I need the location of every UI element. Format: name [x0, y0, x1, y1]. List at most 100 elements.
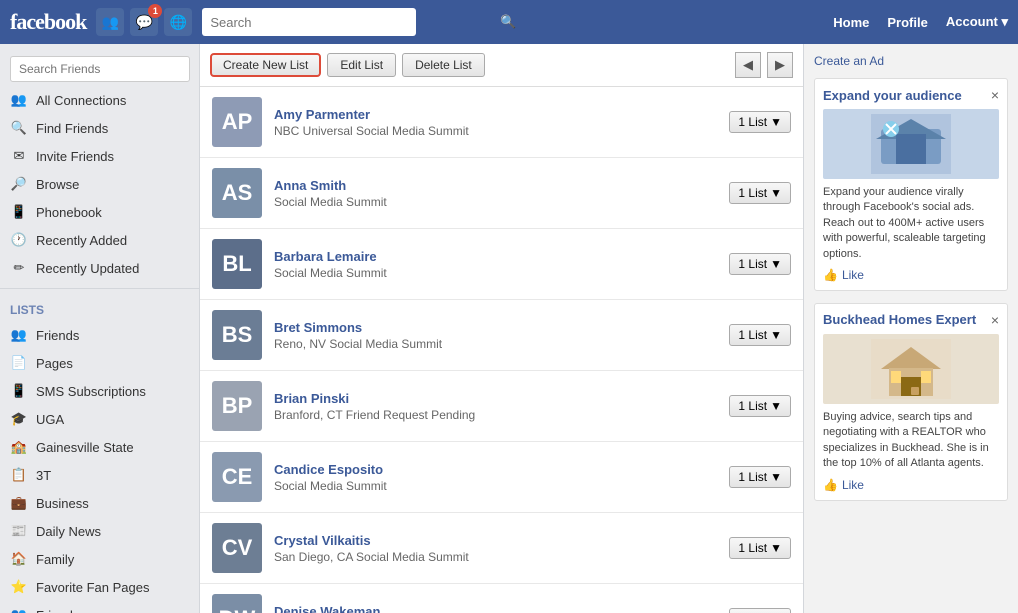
friend-name: Candice Esposito: [274, 462, 729, 477]
list-dropdown-button[interactable]: 1 List ▼: [729, 537, 791, 559]
friend-row[interactable]: BL Barbara Lemaire Social Media Summit 1…: [200, 229, 803, 300]
ad1-title[interactable]: Expand your audience: [823, 88, 962, 103]
search-input[interactable]: [202, 8, 416, 36]
friend-row[interactable]: BS Bret Simmons Reno, NV Social Media Su…: [200, 300, 803, 371]
sidebar-item-family[interactable]: 🏠 Family: [0, 545, 199, 573]
list-dropdown-button[interactable]: 1 List ▼: [729, 253, 791, 275]
friend-avatar: AP: [212, 97, 262, 147]
fan-pages-icon: ⭐: [10, 578, 28, 596]
edit-list-button[interactable]: Edit List: [327, 53, 396, 77]
ad1-like-button[interactable]: 👍 Like: [823, 268, 999, 282]
friends-icon-btn[interactable]: 👥: [96, 8, 124, 36]
sidebar-item-phonebook[interactable]: 📱 Phonebook: [0, 198, 199, 226]
friend-avatar: BL: [212, 239, 262, 289]
friend-row[interactable]: AS Anna Smith Social Media Summit 1 List…: [200, 158, 803, 229]
friend-name: Denise Wakeman: [274, 604, 729, 613]
friend-row[interactable]: AP Amy Parmenter NBC Universal Social Me…: [200, 87, 803, 158]
sidebar-item-invite-friends[interactable]: ✉ Invite Friends: [0, 142, 199, 170]
friend-info: Crystal Vilkaitis San Diego, CA Social M…: [274, 533, 729, 564]
sidebar-item-favorite-fan-pages[interactable]: ⭐ Favorite Fan Pages: [0, 573, 199, 601]
invite-friends-icon: ✉: [10, 147, 28, 165]
friend-row[interactable]: CV Crystal Vilkaitis San Diego, CA Socia…: [200, 513, 803, 584]
sidebar-item-business[interactable]: 💼 Business: [0, 489, 199, 517]
delete-list-button[interactable]: Delete List: [402, 53, 485, 77]
uga-icon: 🎓: [10, 410, 28, 428]
sidebar-item-daily-news[interactable]: 📰 Daily News: [0, 517, 199, 545]
prev-button[interactable]: ◀: [735, 52, 761, 78]
sms-icon: 📱: [10, 382, 28, 400]
ad-card-expand-audience: Expand your audience × Expand your audie…: [814, 78, 1008, 291]
main-content: Create New List Edit List Delete List ◀ …: [200, 44, 803, 613]
phonebook-icon: 📱: [10, 203, 28, 221]
friends-list: AP Amy Parmenter NBC Universal Social Me…: [200, 87, 803, 613]
sidebar-item-sms-subscriptions[interactable]: 📱 SMS Subscriptions: [0, 377, 199, 405]
home-link[interactable]: Home: [833, 15, 869, 30]
sidebar-item-gainesville-state[interactable]: 🏫 Gainesville State: [0, 433, 199, 461]
friend-row[interactable]: DW Denise Wakeman North Hollywood, CA So…: [200, 584, 803, 613]
ad2-header: Buckhead Homes Expert ×: [823, 312, 999, 328]
sidebar-divider: [0, 288, 199, 289]
pages-icon: 📄: [10, 354, 28, 372]
friend-info: Amy Parmenter NBC Universal Social Media…: [274, 107, 729, 138]
friend-row[interactable]: BP Brian Pinski Branford, CT Friend Requ…: [200, 371, 803, 442]
friend-name: Barbara Lemaire: [274, 249, 729, 264]
sidebar-item-browse[interactable]: 🔎 Browse: [0, 170, 199, 198]
create-ad-link[interactable]: Create an Ad: [814, 54, 1008, 68]
family-icon: 🏠: [10, 550, 28, 568]
messages-icon-btn[interactable]: 💬 1: [130, 8, 158, 36]
globe-icon-btn[interactable]: 🌐: [164, 8, 192, 36]
account-button[interactable]: Account ▾: [946, 14, 1008, 30]
friend-list-count: 1 List ▼: [729, 182, 791, 204]
all-connections-icon: 👥: [10, 91, 28, 109]
sidebar-item-friends[interactable]: 👥 Friends: [0, 321, 199, 349]
friend-name: Bret Simmons: [274, 320, 729, 335]
nav-right: Home Profile Account ▾: [833, 14, 1008, 30]
ad1-image: [823, 109, 999, 179]
sidebar-item-recently-updated[interactable]: ✏ Recently Updated: [0, 254, 199, 282]
friend-list-count: 1 List ▼: [729, 324, 791, 346]
friend-avatar: BP: [212, 381, 262, 431]
logo[interactable]: facebook: [10, 9, 86, 35]
list-dropdown-button[interactable]: 1 List ▼: [729, 182, 791, 204]
sidebar-item-all-connections[interactable]: 👥 All Connections: [0, 86, 199, 114]
sidebar-item-recently-added[interactable]: 🕐 Recently Added: [0, 226, 199, 254]
create-new-list-button[interactable]: Create New List: [210, 53, 321, 77]
toolbar: Create New List Edit List Delete List ◀ …: [200, 44, 803, 87]
sidebar-item-uga[interactable]: 🎓 UGA: [0, 405, 199, 433]
search-container: 🔍: [202, 8, 522, 36]
search-friends-input[interactable]: [10, 56, 190, 82]
list-dropdown-button[interactable]: 1 List ▼: [729, 324, 791, 346]
friend-name: Brian Pinski: [274, 391, 729, 406]
sidebar-item-find-friends[interactable]: 🔍 Find Friends: [0, 114, 199, 142]
list-dropdown-button[interactable]: 1 List ▼: [729, 466, 791, 488]
ad2-like-button[interactable]: 👍 Like: [823, 478, 999, 492]
search-submit-button[interactable]: 🔍: [500, 14, 516, 30]
friend-info: Brian Pinski Branford, CT Friend Request…: [274, 391, 729, 422]
friend-details: Branford, CT Friend Request Pending: [274, 408, 729, 422]
sidebar-item-3t[interactable]: 📋 3T: [0, 461, 199, 489]
sidebar-item-friends-2[interactable]: 👥 Friends: [0, 601, 199, 613]
friend-row[interactable]: CE Candice Esposito Social Media Summit …: [200, 442, 803, 513]
friends-2-icon: 👥: [10, 606, 28, 613]
next-button[interactable]: ▶: [767, 52, 793, 78]
friend-details: Social Media Summit: [274, 266, 729, 280]
friend-info: Denise Wakeman North Hollywood, CA Socia…: [274, 604, 729, 613]
ad2-title[interactable]: Buckhead Homes Expert: [823, 312, 976, 327]
browse-icon: 🔎: [10, 175, 28, 193]
recently-added-icon: 🕐: [10, 231, 28, 249]
list-dropdown-button[interactable]: 1 List ▼: [729, 111, 791, 133]
ad2-image: [823, 334, 999, 404]
profile-link[interactable]: Profile: [887, 15, 927, 30]
friend-details: Social Media Summit: [274, 195, 729, 209]
friend-details: NBC Universal Social Media Summit: [274, 124, 729, 138]
ad2-close-button[interactable]: ×: [991, 312, 999, 328]
sidebar-item-pages[interactable]: 📄 Pages: [0, 349, 199, 377]
list-dropdown-button[interactable]: 1 List ▼: [729, 395, 791, 417]
sidebar: 👥 All Connections 🔍 Find Friends ✉ Invit…: [0, 44, 200, 613]
lists-section-title: Lists: [0, 295, 199, 321]
friend-name: Anna Smith: [274, 178, 729, 193]
gainesville-icon: 🏫: [10, 438, 28, 456]
list-dropdown-button[interactable]: 1 List ▼: [729, 608, 791, 613]
ad1-close-button[interactable]: ×: [991, 87, 999, 103]
ad-card-buckhead: Buckhead Homes Expert × Buying advice, s…: [814, 303, 1008, 501]
